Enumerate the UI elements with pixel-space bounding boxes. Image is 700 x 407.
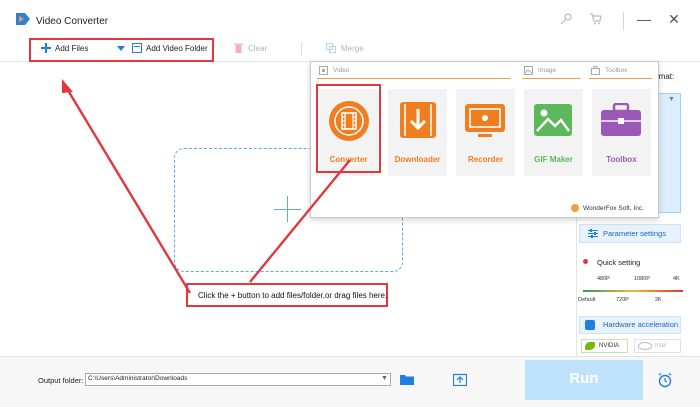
parameter-settings-label: Parameter settings (603, 229, 666, 238)
quick-setting-dot-icon (583, 259, 588, 264)
toolbox-label: Toolbox (606, 155, 637, 164)
gif-maker-icon (534, 104, 572, 136)
downloader-label: Downloader (394, 155, 441, 164)
plus-icon[interactable] (41, 43, 51, 53)
quality-tick-2k: 2K (655, 297, 662, 303)
chip-icon (585, 320, 595, 330)
close-button[interactable]: ✕ (666, 11, 682, 27)
app-logo-icon (16, 13, 30, 25)
intel-logo-icon (638, 342, 652, 350)
chevron-down-icon[interactable] (117, 46, 125, 51)
gif-maker-label: GIF Maker (534, 155, 573, 164)
open-folder-icon[interactable] (400, 374, 414, 385)
cart-icon[interactable] (589, 12, 603, 26)
add-folder-icon[interactable] (132, 43, 142, 53)
intel-label: Intel (655, 343, 667, 349)
key-icon[interactable] (559, 12, 573, 26)
image-tab-icon (524, 66, 533, 75)
merge-icon[interactable] (326, 43, 336, 53)
recorder-icon (465, 104, 505, 137)
sliders-icon (588, 229, 598, 238)
video-tab-underline (317, 78, 511, 79)
clear-button[interactable]: Clear (248, 44, 267, 53)
export-folder-icon[interactable] (453, 373, 467, 386)
output-folder-label: Output folder: (38, 376, 84, 385)
toolbox-icon (601, 103, 641, 136)
converter-highlight-box (316, 84, 381, 173)
tab-image[interactable]: Image (538, 67, 556, 74)
wonderfox-logo-icon (571, 204, 579, 212)
toolbar-divider (301, 42, 302, 56)
tab-toolbox[interactable]: Toolbox (605, 67, 627, 74)
trash-icon[interactable] (234, 43, 243, 53)
quality-tick-default: Default (578, 297, 596, 303)
drop-hint-text: Click the + button to add files/folder,o… (198, 291, 388, 300)
hardware-acceleration-label: Hardware acceleration (603, 320, 679, 329)
image-tab-underline (522, 78, 581, 79)
merge-button[interactable]: Merge (341, 44, 364, 53)
toolbox-tab-underline (589, 78, 652, 79)
chevron-down-icon[interactable]: ▼ (668, 96, 675, 103)
minimize-button[interactable]: — (636, 11, 652, 27)
add-files-button[interactable]: Add Files (55, 44, 88, 53)
alarm-clock-icon[interactable] (657, 372, 673, 388)
recorder-label: Recorder (467, 155, 504, 164)
quality-tick-4k: 4K (673, 276, 680, 282)
quality-slider[interactable] (583, 290, 683, 292)
quality-tick-1080p: 1080P (634, 276, 650, 282)
quality-tick-480p: 480P (597, 276, 610, 282)
add-plus-icon-bar[interactable] (274, 209, 301, 211)
app-title: Video Converter (36, 16, 109, 27)
nvidia-label: NVIDIA (599, 343, 620, 349)
quick-setting-label: Quick setting (597, 258, 641, 267)
video-tab-icon (319, 66, 328, 75)
downloader-icon (400, 102, 436, 138)
toolbox-tab-icon (591, 66, 600, 75)
add-video-folder-button[interactable]: Add Video Folder (146, 44, 208, 53)
output-folder-path: C:\Users\Administrator\Downloads (88, 375, 188, 382)
tab-video[interactable]: Video (333, 67, 350, 74)
run-button-label: Run (569, 370, 599, 387)
quality-tick-720p: 720P (616, 297, 629, 303)
window-controls-divider (623, 12, 624, 30)
chevron-down-icon[interactable]: ▼ (381, 375, 388, 382)
popup-footer-text: WonderFox Soft, Inc. (583, 205, 644, 212)
